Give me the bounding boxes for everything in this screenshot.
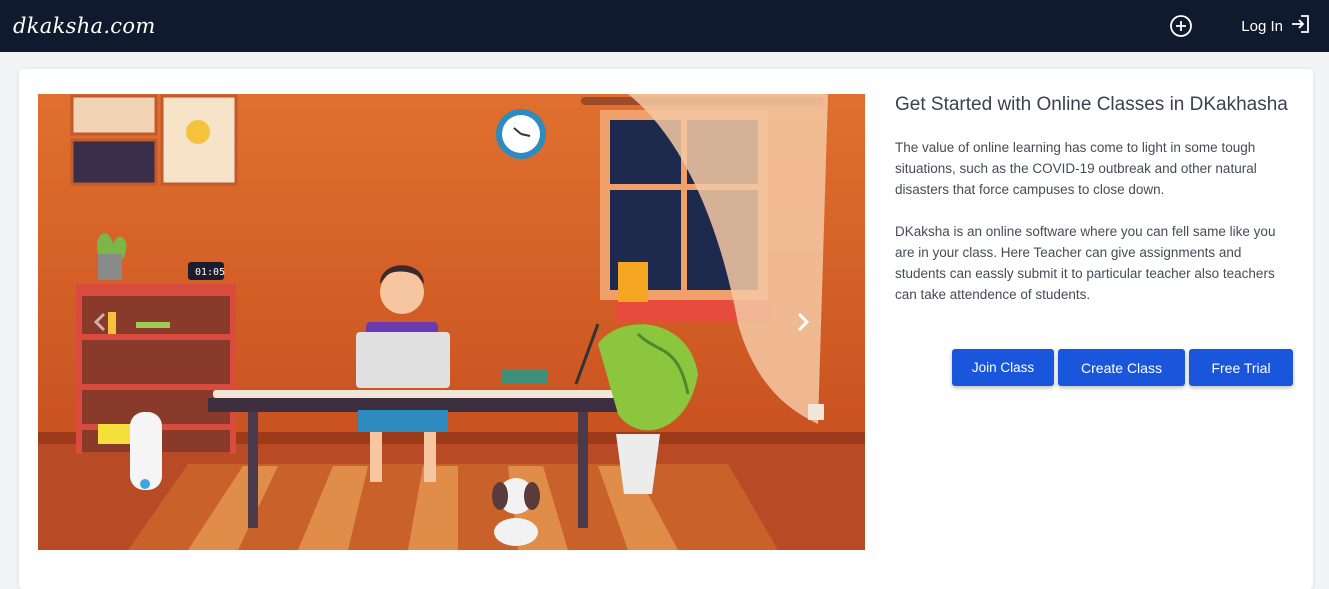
carousel-prev-button[interactable] [88, 308, 112, 336]
action-buttons: Join Class Create Class Free Trial [952, 349, 1293, 386]
clock-display: 01:05 [195, 267, 225, 278]
create-class-button[interactable]: Create Class [1058, 349, 1185, 386]
brand-logo[interactable]: dkaksha.com [13, 14, 156, 38]
top-navbar: dkaksha.com Log In [0, 0, 1329, 52]
carousel-next-button[interactable] [791, 308, 815, 336]
login-button[interactable]: Log In [1241, 13, 1311, 39]
main-card: 01:05 Get Started with Online Classes in… [19, 69, 1313, 589]
chevron-right-icon [797, 312, 810, 332]
login-arrow-icon [1289, 13, 1311, 39]
chevron-left-icon [93, 312, 106, 332]
login-label: Log In [1241, 17, 1283, 35]
nav-actions: Log In [1169, 13, 1311, 39]
join-class-button[interactable]: Join Class [952, 349, 1054, 386]
free-trial-button[interactable]: Free Trial [1189, 349, 1293, 386]
plus-circle-icon[interactable] [1169, 14, 1193, 38]
intro-content: Get Started with Online Classes in DKakh… [895, 93, 1295, 305]
intro-paragraph-1: The value of online learning has come to… [895, 140, 1257, 197]
hero-illustration: 01:05 [38, 94, 865, 550]
page-title: Get Started with Online Classes in DKakh… [895, 94, 1288, 115]
intro-paragraph-2: DKaksha is an online software where you … [895, 224, 1276, 302]
hero-carousel[interactable]: 01:05 [38, 94, 865, 550]
